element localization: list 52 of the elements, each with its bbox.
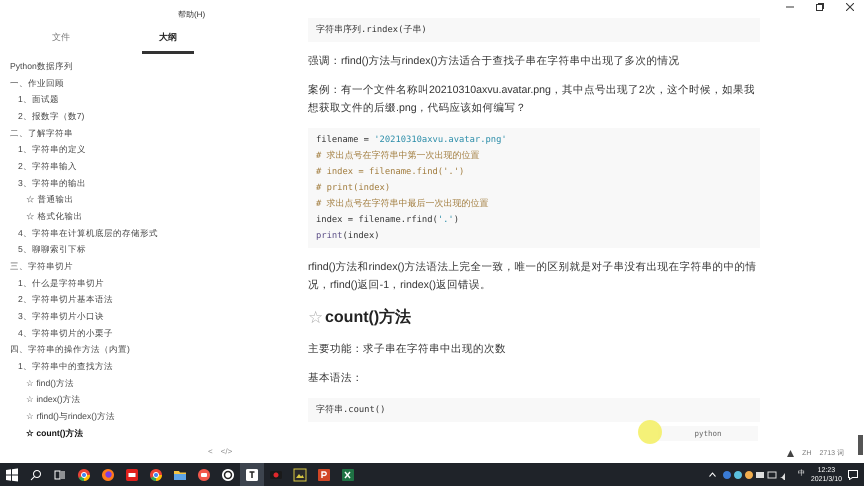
paragraph: rfind()方法和rindex()方法语法上完全一致，唯一的区别就是对子串没有出现在字符串的中的情况，rfind()返回-1，rindex()返回错误。: [308, 260, 758, 293]
outline-item[interactable]: 4、字符串在计算机底层的存储形式: [18, 224, 290, 242]
outline-item[interactable]: ☆ find()方法: [26, 374, 290, 392]
paragraph: 基本语法：: [308, 370, 364, 386]
outline-item[interactable]: 2、字符串切片基本语法: [18, 291, 290, 308]
code-line: # index = filename.find('.'): [316, 166, 466, 179]
star-icon: ☆: [308, 305, 323, 330]
toolbar-button[interactable]: </>: [220, 446, 232, 458]
maximize-icon[interactable]: [816, 3, 824, 11]
outline-item[interactable]: 2、字符串输入: [18, 158, 290, 175]
paragraph: 强调：rfind()方法与rindex()方法适合于查找子串在字符串中出现了多次的情况: [308, 54, 681, 69]
code-line: print(index): [316, 230, 381, 243]
outline-item[interactable]: ☆ 格式化输出: [26, 208, 290, 225]
outline-item[interactable]: ☆ index()方法: [26, 391, 290, 408]
outline-item[interactable]: 1、字符串中的查找方法: [18, 358, 290, 375]
code-line: index = filename.rfind('.'): [316, 214, 460, 227]
code-line: # 求出点号在字符串中最后一次出现的位置: [316, 198, 490, 211]
code-line: filename = '20210310axvu.avatar.png': [316, 134, 508, 147]
outline-item[interactable]: 二、了解字符串: [10, 124, 290, 142]
code-line: # 求出点号在字符串中第一次出现的位置: [316, 150, 481, 163]
scrollbar-thumb[interactable]: [858, 435, 863, 455]
outline-item[interactable]: 5、聊聊索引下标: [18, 241, 290, 258]
outline-item[interactable]: ☆ rfind()与rindex()方法: [26, 408, 290, 425]
sidebar-tab[interactable]: 文件: [20, 30, 102, 54]
menu-item[interactable]: 帮助(H): [178, 9, 206, 21]
outline-item[interactable]: ☆ count()方法: [26, 424, 290, 442]
sidebar-tab[interactable]: 大纲: [142, 30, 194, 54]
section-heading: count()方法: [325, 307, 412, 328]
code-line: 字符串序列.rindex(子串): [316, 24, 428, 37]
outline-item[interactable]: Python数据序列: [10, 58, 290, 75]
outline-item[interactable]: 1、什么是字符串切片: [18, 274, 290, 292]
cursor-highlight: [638, 420, 662, 444]
notification-icon[interactable]: [848, 470, 858, 480]
outline-item[interactable]: 2、报数字（数7): [18, 108, 290, 125]
outline-item[interactable]: 三、字符串切片: [10, 258, 290, 275]
outline-item[interactable]: 1、字符串的定义: [18, 141, 290, 158]
outline-item[interactable]: 4、字符串切片的小栗子: [18, 324, 290, 342]
close-icon[interactable]: [846, 3, 854, 11]
chevron-icon[interactable]: [708, 472, 716, 477]
code-line: # print(index): [316, 182, 392, 195]
paragraph: 案例：有一个文件名称叫20210310axvu.avatar.png，其中点号出现了2次，这个时候，如果我想获取文件的后缀.png，代码应该如何编写？: [308, 83, 756, 116]
outline-item[interactable]: 1、面试题: [18, 91, 290, 108]
warning-icon: [787, 450, 794, 458]
outline-item[interactable]: 四、字符串的操作方法（内置): [10, 341, 290, 358]
letter-icon[interactable]: [240, 463, 264, 486]
paragraph: 主要功能：求子串在字符串中出现的次数: [308, 342, 507, 356]
outline-item[interactable]: 3、字符串切片小口诀: [18, 308, 290, 325]
toolbar-button[interactable]: <: [208, 446, 213, 458]
code-line: 字符串.count(): [316, 404, 386, 416]
outline-item[interactable]: ☆ 普通输出: [26, 191, 290, 208]
outline-item[interactable]: 3、字符串的输出: [18, 174, 290, 192]
outline-item[interactable]: 一、作业回顾: [10, 74, 290, 92]
